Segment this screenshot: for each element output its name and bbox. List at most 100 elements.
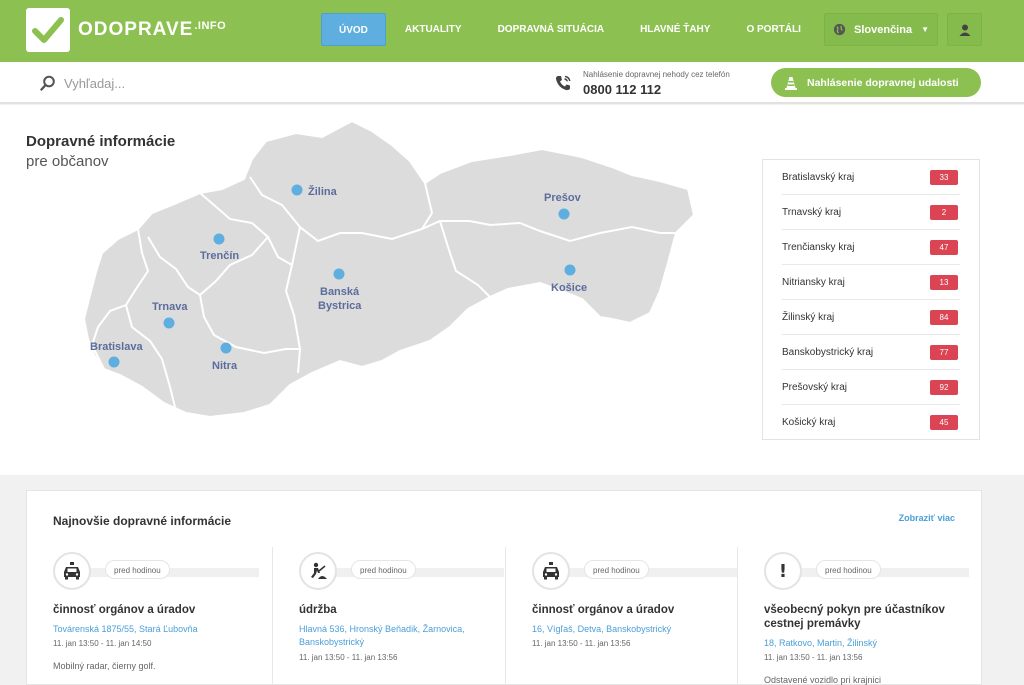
news-date: 11. jan 13:50 - 11. jan 13:56 (764, 653, 863, 662)
city-label-presov[interactable]: Prešov (544, 192, 582, 204)
search-icon (40, 75, 56, 96)
region-item[interactable]: Nitriansky kraj 13 (782, 265, 960, 300)
main-nav: ÚVOD AKTUALITY DOPRAVNÁ SITUÁCIA HLAVNÉ … (321, 13, 820, 46)
news-item[interactable]: pred hodinou činnosť orgánov a úradov 16… (505, 547, 737, 685)
region-count-badge: 77 (930, 344, 958, 360)
chevron-down-icon: ▼ (921, 25, 929, 34)
region-list: Bratislavský kraj 33 Trnavský kraj 2 Trenč… (762, 159, 980, 440)
logo-check-icon (26, 8, 70, 52)
region-count-badge: 45 (930, 415, 958, 430)
search-bar: Nahlásenie dopravnej nehody cez telefón … (0, 62, 1024, 104)
region-item[interactable]: Bratislavský kraj 33 (782, 160, 960, 195)
city-label-zilina[interactable]: Žilina (308, 185, 338, 198)
region-item[interactable]: Trenčiansky kraj 47 (782, 230, 960, 265)
news-location[interactable]: Hlavná 536, Hronský Beňadik, Žarnovica, … (299, 623, 499, 649)
region-item[interactable]: Banskobystrický kraj 77 (782, 335, 960, 370)
nav-item-uvod[interactable]: ÚVOD (321, 13, 386, 46)
slovakia-map[interactable]: Žilina Prešov Trenčín Banská Bystrica Ko… (0, 105, 760, 475)
road-work-icon (299, 552, 337, 590)
nav-item-o-portali[interactable]: O PORTÁLI (729, 13, 817, 46)
region-name: Trnavský kraj (782, 206, 842, 218)
city-label-nitra[interactable]: Nitra (212, 360, 238, 372)
phone-number[interactable]: 0800 112 112 (583, 82, 661, 97)
police-car-icon (53, 552, 91, 590)
region-count-badge: 84 (930, 309, 958, 325)
city-dot-kosice (564, 264, 576, 276)
language-select[interactable]: Slovenčina ▼ (824, 13, 938, 46)
city-label-kosice[interactable]: Košice (551, 282, 587, 294)
city-label-bratislava[interactable]: Bratislava (90, 341, 143, 353)
news-category: všeobecný pokyn pre účastníkov cestnej p… (764, 604, 945, 630)
region-count-badge: 13 (930, 274, 958, 290)
news-description: Mobilný radar, čierny golf. (53, 661, 156, 671)
nav-item-hlavne-tahy[interactable]: HLAVNÉ ŤAHY (623, 13, 727, 46)
search-input[interactable] (64, 72, 364, 94)
logo[interactable]: ODOPRAVE.INFO (26, 8, 226, 52)
show-more-link[interactable]: Zobraziť viac (899, 513, 955, 523)
news-location[interactable]: Továrenská 1875/55, Stará Ľubovňa (53, 623, 253, 636)
region-count-badge: 47 (930, 239, 958, 255)
app-root: ODOPRAVE.INFO ÚVOD AKTUALITY DOPRAVNÁ SI… (0, 0, 1024, 685)
nav-item-aktuality[interactable]: AKTUALITY (388, 13, 479, 46)
region-item[interactable]: Košický kraj 45 (782, 405, 960, 440)
city-dot-nitra (220, 342, 232, 354)
news-time: pred hodinou (816, 560, 881, 579)
news-category: činnosť orgánov a úradov (53, 604, 196, 616)
top-navbar: ODOPRAVE.INFO ÚVOD AKTUALITY DOPRAVNÁ SI… (0, 0, 1024, 62)
city-label-banska[interactable]: Banská (320, 286, 360, 298)
region-item[interactable]: Trnavský kraj 2 (782, 195, 960, 230)
phone-icon (554, 74, 572, 97)
city-label-trnava[interactable]: Trnava (152, 301, 188, 313)
news-item[interactable]: pred hodinou údržba Hlavná 536, Hronský … (272, 547, 504, 685)
latest-news-panel: Najnovšie dopravné informácie Zobraziť v… (26, 490, 982, 685)
nav-item-dopravna-situacia[interactable]: DOPRAVNÁ SITUÁCIA (481, 13, 621, 46)
region-count-badge: 2 (930, 204, 958, 220)
city-dot-trencin (213, 233, 225, 245)
user-account-button[interactable] (947, 13, 982, 46)
logo-text: ODOPRAVE.INFO (78, 19, 227, 40)
news-title: Najnovšie dopravné informácie (53, 514, 232, 528)
news-location[interactable]: 18, Ratkovo, Martin, Žilinský (764, 637, 964, 650)
news-item[interactable]: ! pred hodinou všeobecný pokyn pre účast… (737, 547, 969, 685)
language-selected: Slovenčina (854, 23, 913, 36)
news-category: činnosť orgánov a úradov (532, 604, 675, 616)
news-location[interactable]: 16, Vígľaš, Detva, Banskobystrický (532, 623, 732, 636)
warning-icon: ! (764, 552, 802, 590)
news-item[interactable]: pred hodinou činnosť orgánov a úradov To… (27, 547, 259, 685)
region-name: Nitriansky kraj (782, 276, 845, 288)
region-count-badge: 92 (930, 379, 958, 395)
traffic-cone-icon (785, 76, 797, 90)
city-label-bystrica[interactable]: Bystrica (318, 300, 362, 312)
region-name: Žilinský kraj (782, 311, 835, 323)
city-dot-bratislava (108, 356, 120, 368)
news-date: 11. jan 13:50 - 11. jan 14:50 (53, 639, 152, 648)
globe-icon (833, 23, 846, 36)
news-time: pred hodinou (105, 560, 170, 579)
user-icon (958, 23, 972, 37)
city-label-trencin[interactable]: Trenčín (200, 250, 239, 262)
report-incident-button[interactable]: Nahlásenie dopravnej udalosti (771, 68, 981, 97)
region-item[interactable]: Prešovský kraj 92 (782, 370, 960, 405)
city-dot-banska-bystrica (333, 268, 345, 280)
region-name: Banskobystrický kraj (782, 346, 874, 358)
news-date: 11. jan 13:50 - 11. jan 13:56 (532, 639, 631, 648)
region-name: Košický kraj (782, 417, 836, 428)
news-description: Odstavené vozidlo pri krajnici (764, 675, 882, 685)
city-dot-presov (558, 208, 570, 220)
report-incident-label: Nahlásenie dopravnej udalosti (807, 76, 959, 89)
logo-suffix: .INFO (194, 20, 227, 32)
map-section: Dopravné informácie pre občanov Žilina P… (0, 105, 1024, 475)
city-dot-zilina (291, 184, 303, 196)
phone-label: Nahlásenie dopravnej nehody cez telefón (583, 70, 730, 79)
news-category: údržba (299, 604, 337, 616)
region-name: Trenčiansky kraj (782, 241, 855, 253)
news-time: pred hodinou (351, 560, 416, 579)
news-time: pred hodinou (584, 560, 649, 579)
region-name: Prešovský kraj (782, 381, 848, 393)
region-item[interactable]: Žilinský kraj 84 (782, 300, 960, 335)
region-count-badge: 33 (930, 169, 958, 185)
news-timeline: pred hodinou činnosť orgánov a úradov To… (27, 547, 983, 685)
news-date: 11. jan 13:50 - 11. jan 13:56 (299, 653, 398, 662)
city-dot-trnava (163, 317, 175, 329)
police-car-icon (532, 552, 570, 590)
